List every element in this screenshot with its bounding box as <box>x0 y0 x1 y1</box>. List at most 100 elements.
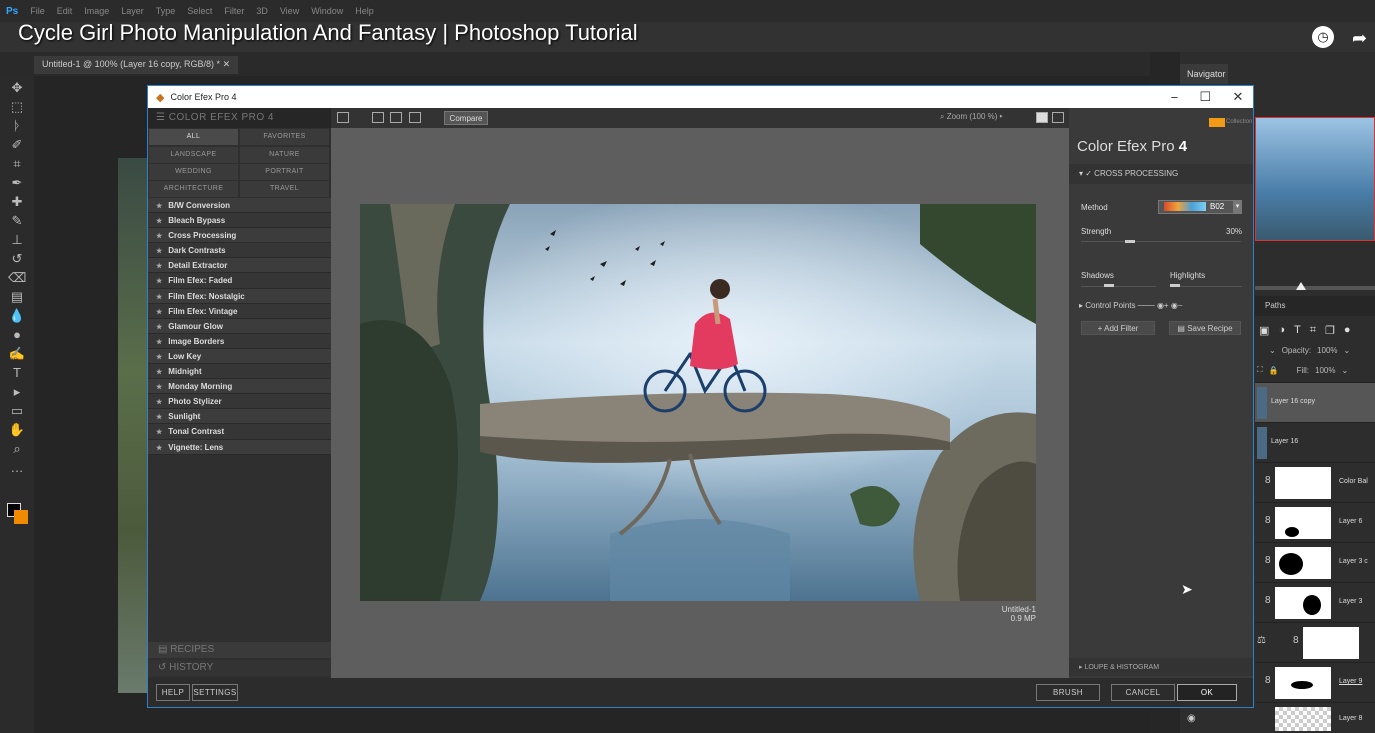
star-icon[interactable]: ★ <box>156 369 162 376</box>
opacity-value[interactable]: 100% <box>1317 346 1337 355</box>
star-icon[interactable]: ★ <box>156 248 162 255</box>
add-filter-button[interactable]: + Add Filter <box>1081 321 1155 335</box>
star-icon[interactable]: ★ <box>156 294 162 301</box>
menu-select[interactable]: Select <box>187 6 212 16</box>
add-control-point-icon[interactable]: ◉+ <box>1157 301 1169 310</box>
filter-toggle-icon[interactable]: ● <box>1344 324 1351 336</box>
opacity-chevron-icon[interactable]: ⌄ <box>1344 346 1351 355</box>
type-filter-icon[interactable]: T <box>1294 324 1301 336</box>
category-travel[interactable]: TRAVEL <box>240 181 329 197</box>
menu-edit[interactable]: Edit <box>57 6 73 16</box>
strength-slider[interactable] <box>1081 241 1241 242</box>
help-button[interactable]: HELP <box>156 684 190 701</box>
pen-tool-icon[interactable]: ✍ <box>8 346 26 362</box>
watch-later-icon[interactable]: ◷ <box>1312 26 1334 48</box>
document-tab[interactable]: Untitled-1 @ 100% (Layer 16 copy, RGB/8)… <box>34 56 239 74</box>
filter-item[interactable]: ★ Sunlight <box>148 409 331 425</box>
ok-button[interactable]: OK <box>1177 684 1237 701</box>
star-icon[interactable]: ★ <box>156 278 162 285</box>
pixel-filter-icon[interactable]: ▣ <box>1259 324 1269 337</box>
menu-layer[interactable]: Layer <box>121 6 144 16</box>
shape-filter-icon[interactable]: ⌗ <box>1310 324 1316 337</box>
filter-item[interactable]: ★ Glamour Glow <box>148 318 331 334</box>
filter-item[interactable]: ★ Film Efex: Vintage <box>148 303 331 319</box>
navigator-thumbnail[interactable] <box>1255 117 1375 241</box>
fill-value[interactable]: 100% <box>1315 366 1335 375</box>
single-view-icon[interactable] <box>372 112 384 123</box>
category-favorites[interactable]: FAVORITES <box>240 129 329 145</box>
filter-item[interactable]: ★ Film Efex: Nostalgic <box>148 288 331 304</box>
layer-row[interactable]: ◉ Layer 8 <box>1187 702 1375 733</box>
close-icon[interactable]: ✕ <box>1232 89 1243 105</box>
filter-item[interactable]: ★ Cross Processing <box>148 228 331 244</box>
background-dark-icon[interactable] <box>1052 112 1064 123</box>
star-icon[interactable]: ★ <box>156 203 162 210</box>
fill-chevron-icon[interactable]: ⌄ <box>1342 366 1349 375</box>
mask-link-icon[interactable]: 8 <box>1265 675 1271 686</box>
star-icon[interactable]: ★ <box>156 354 162 361</box>
layer-row[interactable]: 8 Layer 3 <box>1255 582 1375 622</box>
navigator-tab[interactable]: Navigator <box>1180 64 1228 84</box>
star-icon[interactable]: ★ <box>156 399 162 406</box>
navigator-zoom-knob[interactable] <box>1296 282 1306 290</box>
shape-tool-icon[interactable]: ▭ <box>8 403 26 419</box>
star-icon[interactable]: ★ <box>156 414 162 421</box>
category-wedding[interactable]: WEDDING <box>149 164 238 180</box>
menu-help[interactable]: Help <box>355 6 374 16</box>
lock-position-icon[interactable]: ⛶ <box>1257 365 1263 375</box>
maximize-icon[interactable]: ☐ <box>1200 89 1212 105</box>
compare-button[interactable]: Compare <box>444 111 488 125</box>
layer-row[interactable]: 8 Layer 6 <box>1255 502 1375 542</box>
split-view-icon[interactable] <box>390 112 402 123</box>
filter-item[interactable]: ★ Low Key <box>148 348 331 365</box>
adjustment-filter-icon[interactable]: ◑ <box>1278 324 1285 336</box>
control-points-row[interactable]: ▸ Control Points ─── ◉+ ◉− <box>1069 297 1253 315</box>
filter-item[interactable]: ★ Dark Contrasts <box>148 243 331 259</box>
category-nature[interactable]: NATURE <box>240 147 329 163</box>
history-brush-icon[interactable]: ↺ <box>8 251 26 267</box>
dodge-tool-icon[interactable]: ● <box>8 327 26 343</box>
menu-filter[interactable]: Filter <box>224 6 244 16</box>
layer-row[interactable]: 8 Layer 9 <box>1255 662 1375 702</box>
background-white-icon[interactable] <box>1036 112 1048 123</box>
type-tool-icon[interactable]: T <box>8 365 26 381</box>
navigator-zoom-slider[interactable] <box>1255 286 1375 290</box>
strength-slider-knob[interactable] <box>1125 240 1135 243</box>
crop-tool-icon[interactable]: ⌗ <box>8 156 26 172</box>
layer-row[interactable]: Layer 16 copy <box>1255 382 1375 422</box>
category-architecture[interactable]: ARCHITECTURE <box>149 181 238 197</box>
menu-window[interactable]: Window <box>311 6 343 16</box>
visibility-eye-icon[interactable]: ◉ <box>1187 713 1196 724</box>
mask-link-icon[interactable]: 8 <box>1265 515 1271 526</box>
minimize-icon[interactable]: − <box>1171 90 1179 105</box>
blur-tool-icon[interactable]: 💧 <box>8 308 26 324</box>
path-select-icon[interactable]: ▸ <box>8 384 26 400</box>
healing-brush-icon[interactable]: ✚ <box>8 194 26 210</box>
eraser-icon[interactable]: ⌫ <box>8 270 26 286</box>
star-icon[interactable]: ★ <box>156 218 162 225</box>
star-icon[interactable]: ★ <box>156 445 162 452</box>
zoom-dropdown[interactable]: ⌕ Zoom (100 %) ▸ <box>940 112 1003 122</box>
filter-item[interactable]: ★ Detail Extractor <box>148 258 331 274</box>
brush-button[interactable]: BRUSH <box>1036 684 1100 701</box>
filter-item[interactable]: ★ Bleach Bypass <box>148 213 331 229</box>
filter-item[interactable]: ★ Image Borders <box>148 333 331 349</box>
filter-item[interactable]: ★ Vignette: Lens <box>148 439 331 455</box>
menu-3d[interactable]: 3D <box>256 6 268 16</box>
settings-button[interactable]: SETTINGS <box>192 684 238 701</box>
star-icon[interactable]: ★ <box>156 384 162 391</box>
recipes-section[interactable]: ▤ RECIPES <box>148 642 331 658</box>
star-icon[interactable]: ★ <box>156 233 162 240</box>
stamp-tool-icon[interactable]: ⊥ <box>8 232 26 248</box>
smart-object-filter-icon[interactable]: ❐ <box>1325 324 1335 337</box>
star-icon[interactable]: ★ <box>156 263 162 270</box>
menu-type[interactable]: Type <box>156 6 176 16</box>
gradient-tool-icon[interactable]: ▤ <box>8 289 26 305</box>
remove-control-point-icon[interactable]: ◉− <box>1171 301 1183 310</box>
star-icon[interactable]: ★ <box>156 309 162 316</box>
more-tools-icon[interactable]: … <box>8 460 26 476</box>
mask-link-icon[interactable]: 8 <box>1265 595 1271 606</box>
loupe-histogram-section[interactable]: ▸ LOUPE & HISTOGRAM <box>1069 658 1253 676</box>
share-icon[interactable]: ➦ <box>1352 28 1367 49</box>
hand-tool-icon[interactable]: ✋ <box>8 422 26 438</box>
